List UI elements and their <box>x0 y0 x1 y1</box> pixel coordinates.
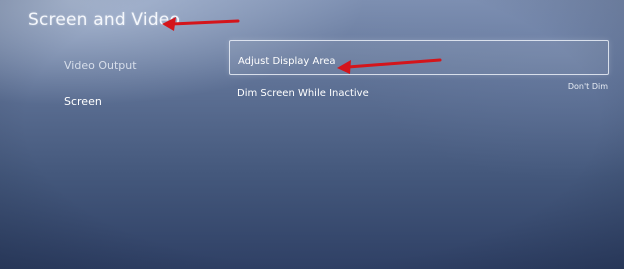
page-title: Screen and Video <box>28 10 181 30</box>
dim-screen-label: Dim Screen While Inactive <box>237 88 369 99</box>
adjust-display-area-row[interactable]: Adjust Display Area <box>229 40 609 75</box>
sidebar-item-screen[interactable]: Screen <box>64 95 102 108</box>
dim-screen-row[interactable]: Dim Screen While Inactive Don't Dim <box>229 80 609 115</box>
arrow-shaft <box>170 19 240 26</box>
dim-screen-value: Don't Dim <box>567 82 608 91</box>
adjust-display-area-label: Adjust Display Area <box>238 56 336 67</box>
sidebar-item-video-output[interactable]: Video Output <box>64 59 137 72</box>
